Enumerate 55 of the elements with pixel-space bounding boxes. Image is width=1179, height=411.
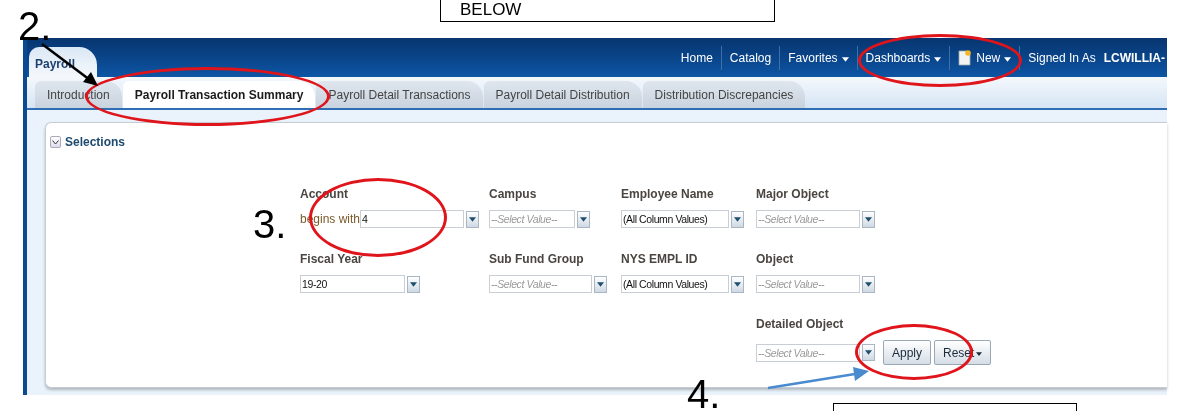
dropdown-field[interactable]: --Select Value-- [756, 275, 860, 293]
dropdown-button[interactable] [862, 275, 875, 293]
dropdown-field[interactable]: --Select Value-- [756, 343, 860, 362]
step-number: 2. [18, 6, 52, 46]
dropdown-button[interactable] [407, 275, 420, 293]
dropdown-field[interactable]: (All Column Values) [621, 275, 729, 293]
caret-icon [865, 281, 872, 287]
caret-icon [597, 281, 604, 287]
caret-icon [734, 281, 741, 287]
nav-link[interactable]: New [949, 45, 1020, 70]
tab[interactable]: Payroll Detail Transactions [316, 81, 483, 108]
dropdown-field[interactable]: 4 [360, 210, 465, 228]
nav-link[interactable]: Favorites [779, 45, 857, 70]
prompt-label: Object [756, 251, 795, 267]
tab[interactable]: Distribution Discrepancies [642, 81, 806, 108]
signed-in-label: Signed In As [1019, 45, 1104, 70]
dropdown-button[interactable] [862, 344, 875, 361]
callout-text: BELOW [460, 0, 522, 20]
chevron-icon [52, 139, 59, 145]
nav-link[interactable]: Catalog [720, 45, 780, 70]
prompt-label: Sub Fund Group [489, 251, 585, 267]
dropdown-field[interactable]: 19-20 [300, 275, 405, 293]
dropdown-button[interactable] [862, 210, 875, 228]
caret-icon [580, 216, 587, 222]
prompt-label: Detailed Object [756, 316, 845, 332]
prompt-label: NYS EMPL ID [621, 251, 699, 267]
dropdown-field[interactable]: --Select Value-- [756, 210, 860, 228]
nav-link[interactable]: Dashboards [856, 45, 950, 70]
caret-icon [469, 216, 477, 222]
collapse-toggle[interactable] [50, 136, 61, 148]
dropdown-button[interactable] [731, 210, 744, 228]
prompt-label: Employee Name [621, 186, 715, 202]
dropdown-button[interactable] [594, 275, 607, 293]
prompt-label: Fiscal Year [300, 251, 364, 267]
caret-icon [865, 216, 872, 222]
caret-icon [734, 216, 741, 222]
dropdown-field[interactable]: --Select Value-- [489, 210, 575, 228]
prompt-label: Major Object [756, 186, 830, 202]
new-document-icon [958, 49, 973, 66]
step-number: 3. [253, 204, 287, 244]
dropdown-button[interactable] [577, 210, 590, 228]
caret-icon [410, 281, 417, 287]
dropdown-field[interactable]: (All Column Values) [621, 210, 729, 228]
dropdown-field[interactable]: --Select Value-- [489, 275, 592, 293]
tab[interactable]: Payroll Transaction Summary [122, 81, 316, 108]
dropdown-button[interactable] [731, 275, 744, 293]
tab[interactable]: Payroll Detail Distribution [483, 81, 642, 108]
caret-icon [865, 350, 872, 355]
section-title: Selections [65, 134, 126, 151]
nav-link[interactable]: Home [672, 45, 721, 70]
dropdown-button[interactable] [466, 210, 480, 228]
prompt-label: Campus [489, 186, 538, 202]
action-button[interactable]: Apply [883, 340, 932, 365]
user-name[interactable]: LCWILLIA- [1103, 48, 1167, 67]
step-number: 4. [687, 374, 721, 411]
